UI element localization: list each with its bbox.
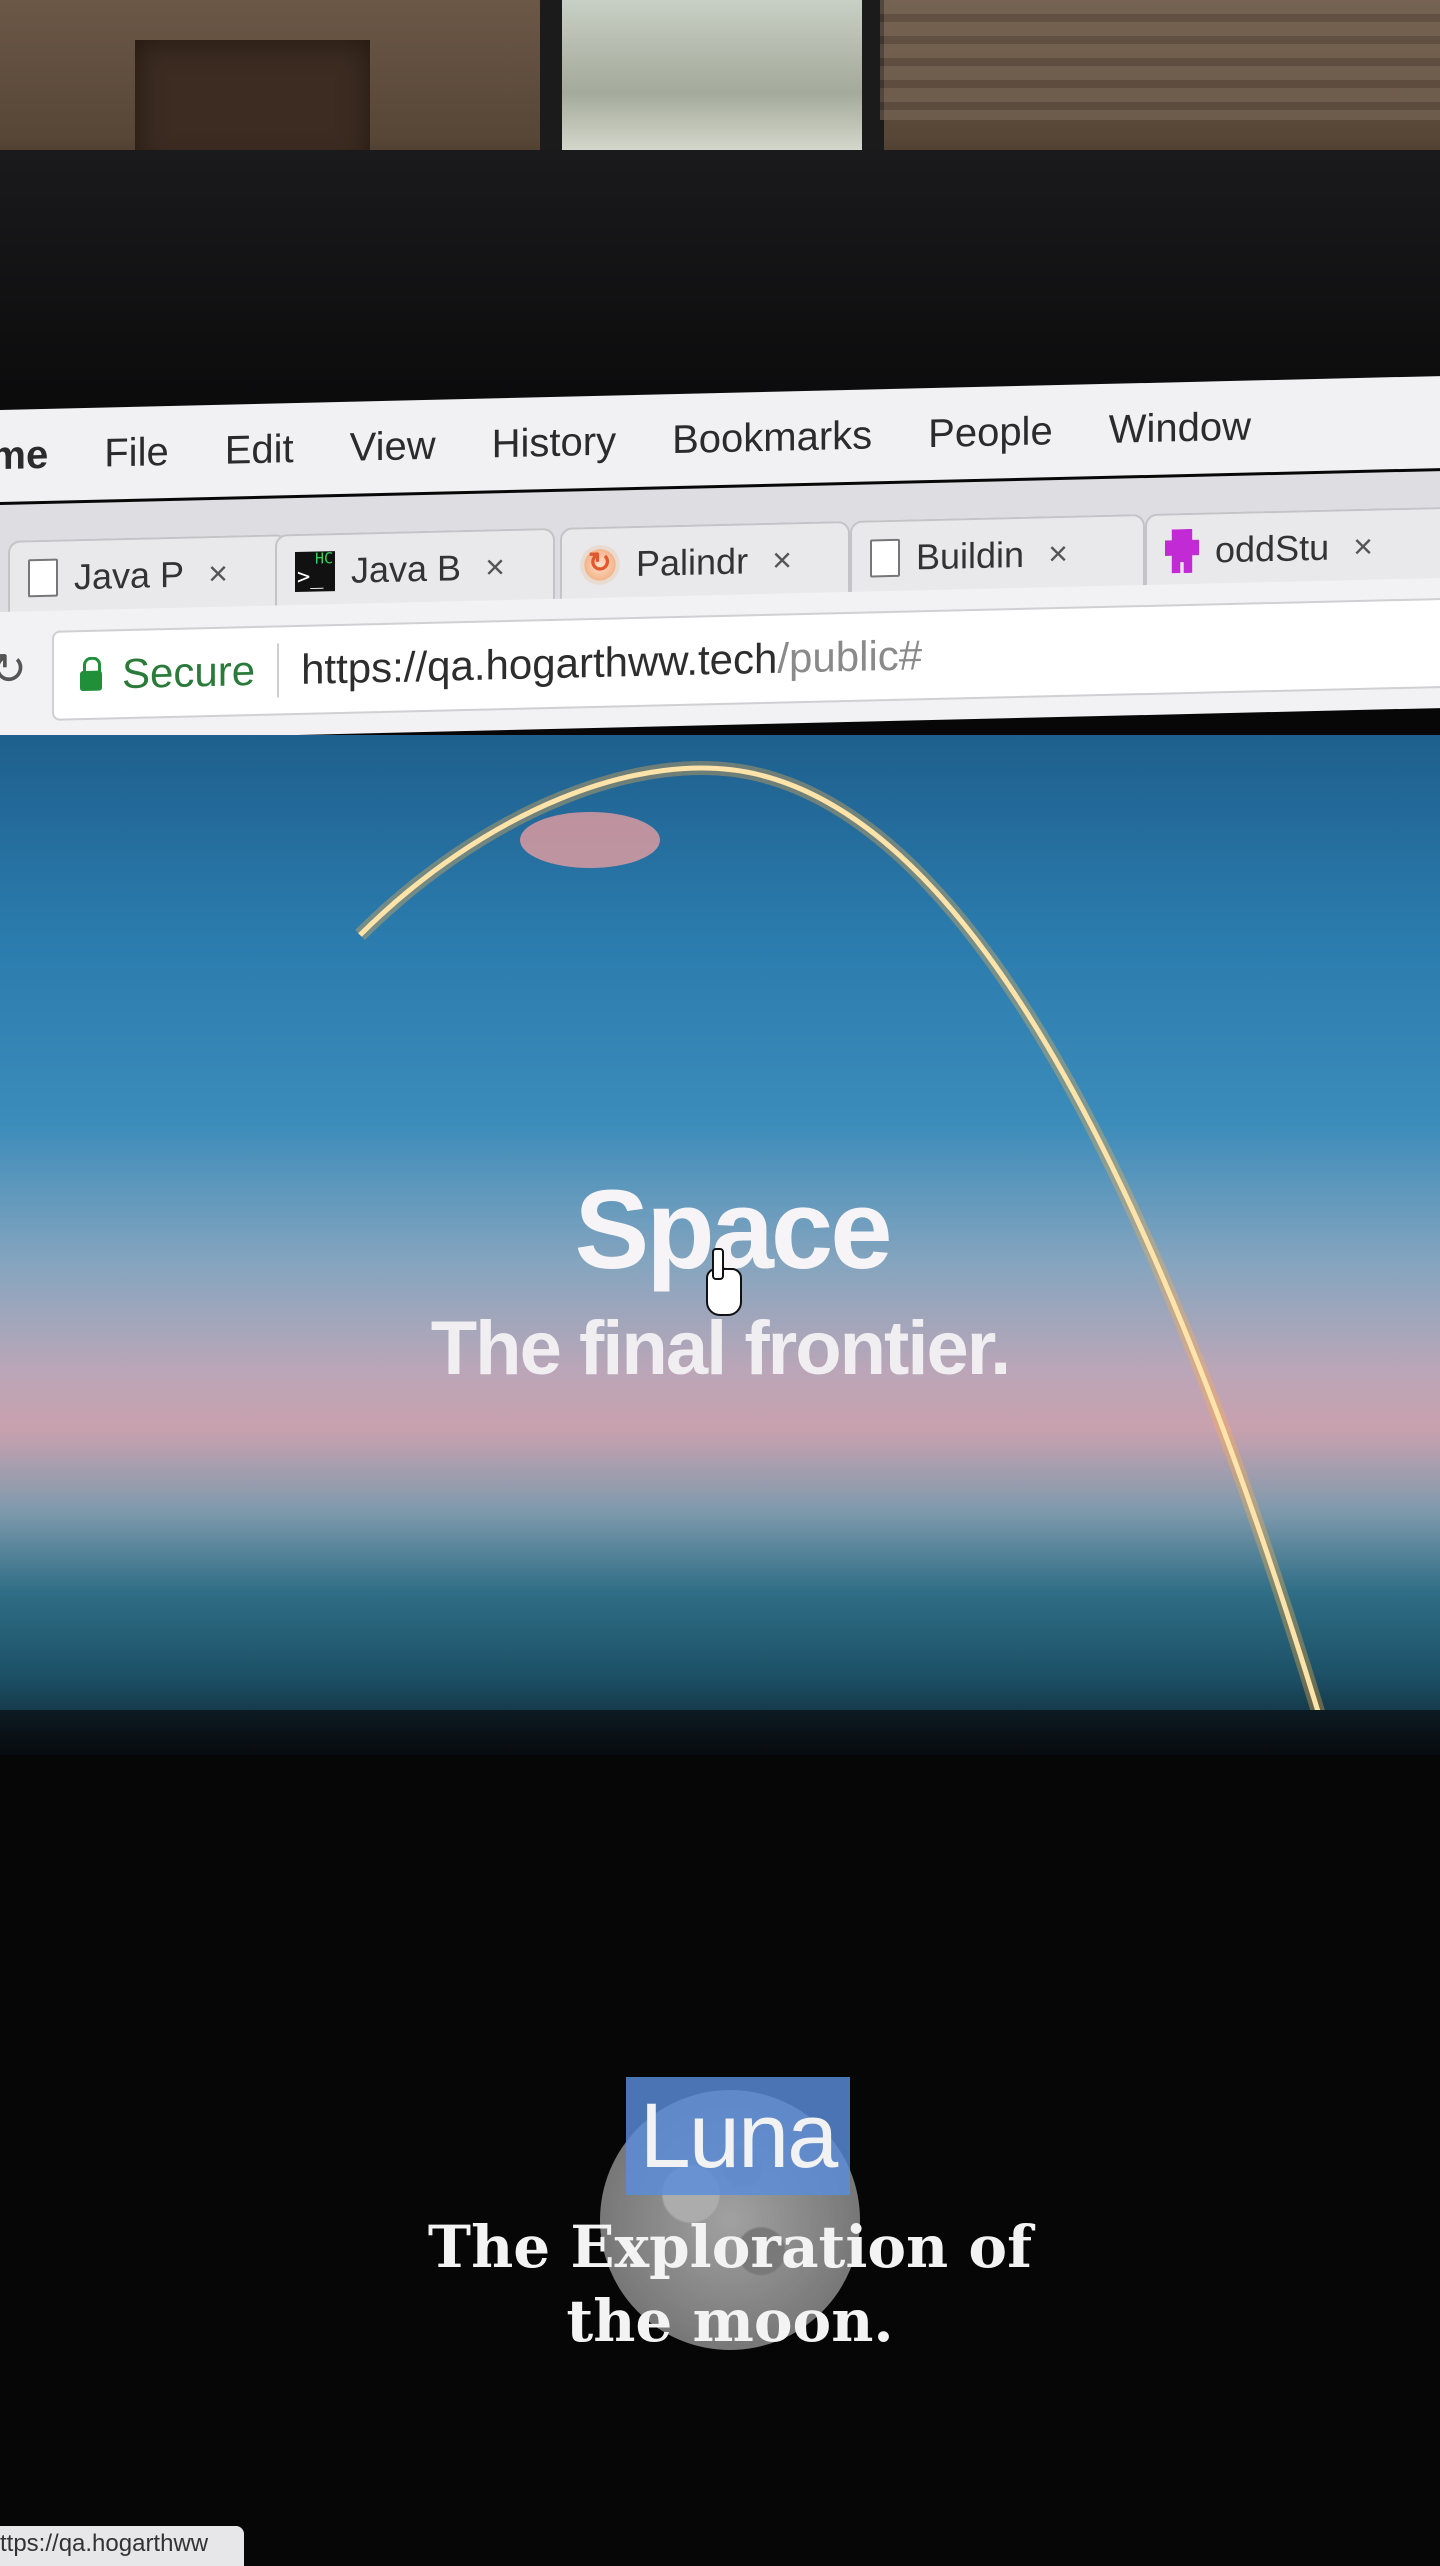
menu-bookmarks[interactable]: Bookmarks bbox=[644, 412, 900, 463]
tab-label: oddStu bbox=[1215, 526, 1330, 571]
window-blinds bbox=[880, 0, 1440, 120]
lock-icon bbox=[80, 670, 102, 692]
document-icon bbox=[870, 538, 900, 578]
tab-label: Java B bbox=[351, 547, 462, 591]
terminal-icon: HC >_ bbox=[295, 549, 335, 593]
office-window bbox=[540, 0, 884, 155]
tab-label: Palindr bbox=[636, 540, 749, 585]
url-host: https://qa.hogarthww.tech bbox=[301, 634, 778, 693]
hero-subtitle: The final frontier. bbox=[430, 1306, 1012, 1391]
menu-people[interactable]: People bbox=[900, 408, 1081, 457]
luna-section: Luna The Exploration of the moon. bbox=[0, 1755, 1440, 2560]
menu-edit[interactable]: Edit bbox=[197, 426, 322, 474]
palindrome-icon bbox=[580, 544, 620, 586]
address-bar[interactable]: Secure https://qa.hogarthww.tech /public… bbox=[52, 596, 1440, 721]
hand-cursor-icon bbox=[706, 1248, 742, 1316]
menu-window[interactable]: Window bbox=[1081, 403, 1279, 453]
tab-building[interactable]: Buildin × bbox=[850, 514, 1145, 595]
tab-java-b[interactable]: HC >_ Java B × bbox=[275, 527, 555, 609]
menu-file[interactable]: File bbox=[76, 429, 196, 477]
menu-history[interactable]: History bbox=[464, 418, 644, 467]
close-icon[interactable]: × bbox=[208, 554, 228, 593]
tab-label: Java P bbox=[74, 553, 185, 598]
hero-section: Space The final frontier. bbox=[0, 735, 1440, 1770]
close-icon[interactable]: × bbox=[772, 541, 792, 580]
close-icon[interactable]: × bbox=[1353, 527, 1373, 566]
secure-label: Secure bbox=[122, 646, 256, 698]
tab-java-p[interactable]: Java P × bbox=[8, 534, 288, 615]
status-url-bubble: ttps://qa.hogarthww bbox=[0, 2526, 244, 2566]
close-icon[interactable]: × bbox=[1048, 534, 1068, 573]
address-divider bbox=[277, 643, 280, 698]
close-icon[interactable]: × bbox=[485, 548, 505, 587]
document-icon bbox=[28, 558, 58, 598]
tab-odd-stuff[interactable]: oddStu × bbox=[1145, 506, 1440, 589]
page-viewport: Space The final frontier. Luna The Explo… bbox=[0, 735, 1440, 2560]
luna-subtitle: The Exploration of the moon. bbox=[427, 2213, 1033, 2355]
menu-app-name[interactable]: ome bbox=[0, 432, 76, 480]
odd-stuff-icon bbox=[1165, 529, 1199, 574]
reload-icon[interactable]: ↻ bbox=[0, 643, 27, 695]
menu-view[interactable]: View bbox=[322, 423, 464, 471]
url-path: /public# bbox=[777, 631, 923, 682]
tab-palindrome[interactable]: Palindr × bbox=[560, 520, 850, 602]
luna-title[interactable]: Luna bbox=[626, 2077, 850, 2195]
tab-label: Buildin bbox=[916, 533, 1025, 578]
exhaust-cloud bbox=[520, 812, 660, 868]
